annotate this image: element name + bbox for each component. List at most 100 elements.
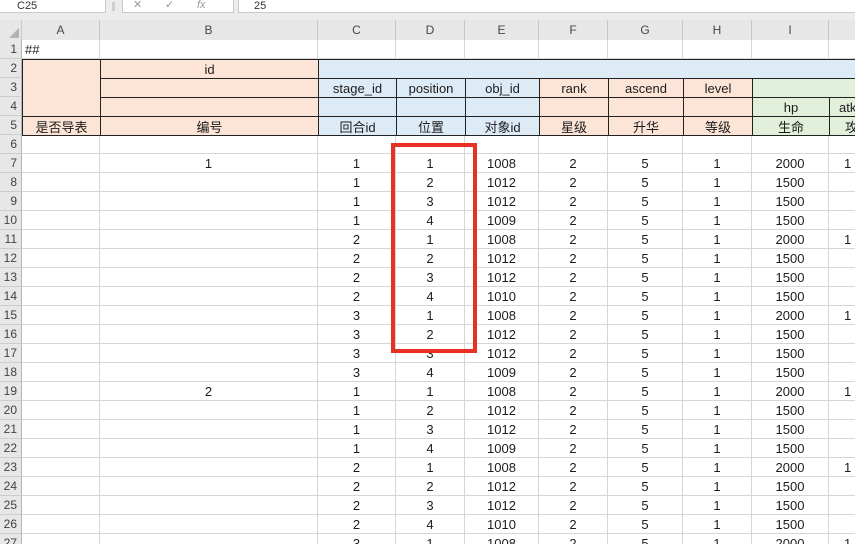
cell-C6[interactable] [318, 135, 396, 154]
cell-B22[interactable] [100, 439, 318, 458]
cell-C27[interactable]: 3 [318, 534, 396, 544]
cell-G13[interactable]: 5 [608, 268, 683, 287]
cell-F24[interactable]: 2 [539, 477, 608, 496]
cell-I7[interactable]: 2000 [752, 154, 829, 173]
row-header-7[interactable]: 7 [0, 154, 22, 173]
cell-C14[interactable]: 2 [318, 287, 396, 306]
cell-D7[interactable]: 1 [396, 154, 465, 173]
cell-F5[interactable]: 星级 [539, 116, 609, 136]
cell-F7[interactable]: 2 [539, 154, 608, 173]
cell-G1[interactable] [608, 40, 683, 59]
cell-E22[interactable]: 1009 [465, 439, 539, 458]
cell-B27[interactable] [100, 534, 318, 544]
cell-F22[interactable]: 2 [539, 439, 608, 458]
cell-F18[interactable]: 2 [539, 363, 608, 382]
cell-J13[interactable] [829, 268, 855, 287]
column-header-F[interactable]: F [539, 20, 608, 40]
cell-B17[interactable] [100, 344, 318, 363]
cell-B12[interactable] [100, 249, 318, 268]
column-header-B[interactable]: B [100, 20, 318, 40]
cell-F13[interactable]: 2 [539, 268, 608, 287]
cell-I13[interactable]: 1500 [752, 268, 829, 287]
cell-A5[interactable]: 是否导表 [22, 116, 101, 136]
cell-G18[interactable]: 5 [608, 363, 683, 382]
cell-B21[interactable] [100, 420, 318, 439]
cell-D16[interactable]: 2 [396, 325, 465, 344]
cell-F6[interactable] [539, 135, 608, 154]
row-header-5[interactable]: 5 [0, 116, 22, 135]
cell-E1[interactable] [465, 40, 539, 59]
cell-H6[interactable] [683, 135, 752, 154]
cell-B9[interactable] [100, 192, 318, 211]
cell-D27[interactable]: 1 [396, 534, 465, 544]
cell-B23[interactable] [100, 458, 318, 477]
row-header-3[interactable]: 3 [0, 78, 22, 97]
cell-H16[interactable]: 1 [683, 325, 752, 344]
cell-J27[interactable]: 1 [829, 534, 855, 544]
cell-C19[interactable]: 1 [318, 382, 396, 401]
cell-H1[interactable] [683, 40, 752, 59]
cell-G5[interactable]: 升华 [608, 116, 684, 136]
cell-B18[interactable] [100, 363, 318, 382]
row-header-12[interactable]: 12 [0, 249, 22, 268]
cell-A20[interactable] [22, 401, 100, 420]
cell-G12[interactable]: 5 [608, 249, 683, 268]
cell-A15[interactable] [22, 306, 100, 325]
cell-E6[interactable] [465, 135, 539, 154]
cell-B14[interactable] [100, 287, 318, 306]
cell-A16[interactable] [22, 325, 100, 344]
cell-G9[interactable]: 5 [608, 192, 683, 211]
cell-I6[interactable] [752, 135, 829, 154]
cell-B19[interactable]: 2 [100, 382, 318, 401]
cell-H26[interactable]: 1 [683, 515, 752, 534]
cell-I27[interactable]: 2000 [752, 534, 829, 544]
cell-C1[interactable] [318, 40, 396, 59]
cell-I12[interactable]: 1500 [752, 249, 829, 268]
row-header-26[interactable]: 26 [0, 515, 22, 534]
cell-I24[interactable]: 1500 [752, 477, 829, 496]
cell-E12[interactable]: 1012 [465, 249, 539, 268]
cell-H5[interactable]: 等级 [683, 116, 753, 136]
cell-D3[interactable]: position [396, 78, 466, 98]
cell-G15[interactable]: 5 [608, 306, 683, 325]
cell-G10[interactable]: 5 [608, 211, 683, 230]
cell-A26[interactable] [22, 515, 100, 534]
column-header-C[interactable]: C [318, 20, 396, 40]
cell-J8[interactable] [829, 173, 855, 192]
cell-I3[interactable] [752, 78, 855, 98]
cell-F1[interactable] [539, 40, 608, 59]
cell-I8[interactable]: 1500 [752, 173, 829, 192]
cell-C11[interactable]: 2 [318, 230, 396, 249]
row-header-10[interactable]: 10 [0, 211, 22, 230]
cell-E27[interactable]: 1008 [465, 534, 539, 544]
cell-A7[interactable] [22, 154, 100, 173]
cell-I26[interactable]: 1500 [752, 515, 829, 534]
cell-G6[interactable] [608, 135, 683, 154]
row-header-24[interactable]: 24 [0, 477, 22, 496]
cell-C13[interactable]: 2 [318, 268, 396, 287]
cell-I20[interactable]: 1500 [752, 401, 829, 420]
cell-H7[interactable]: 1 [683, 154, 752, 173]
cell-E21[interactable]: 1012 [465, 420, 539, 439]
cell-H22[interactable]: 1 [683, 439, 752, 458]
cell-H11[interactable]: 1 [683, 230, 752, 249]
cell-D23[interactable]: 1 [396, 458, 465, 477]
cell-H15[interactable]: 1 [683, 306, 752, 325]
cell-E19[interactable]: 1008 [465, 382, 539, 401]
cell-D12[interactable]: 2 [396, 249, 465, 268]
cell-I11[interactable]: 2000 [752, 230, 829, 249]
cell-F3[interactable]: rank [539, 78, 609, 98]
cell-J10[interactable] [829, 211, 855, 230]
row-header-11[interactable]: 11 [0, 230, 22, 249]
cell-G7[interactable]: 5 [608, 154, 683, 173]
cell-F21[interactable]: 2 [539, 420, 608, 439]
cell-D4[interactable] [396, 97, 466, 117]
cell-E5[interactable]: 对象id [465, 116, 540, 136]
cell-E25[interactable]: 1012 [465, 496, 539, 515]
row-header-14[interactable]: 14 [0, 287, 22, 306]
cell-J23[interactable]: 1 [829, 458, 855, 477]
cell-E14[interactable]: 1010 [465, 287, 539, 306]
row-header-21[interactable]: 21 [0, 420, 22, 439]
cell-J5[interactable]: 攻 [829, 116, 855, 136]
cell-C5[interactable]: 回合id [318, 116, 397, 136]
